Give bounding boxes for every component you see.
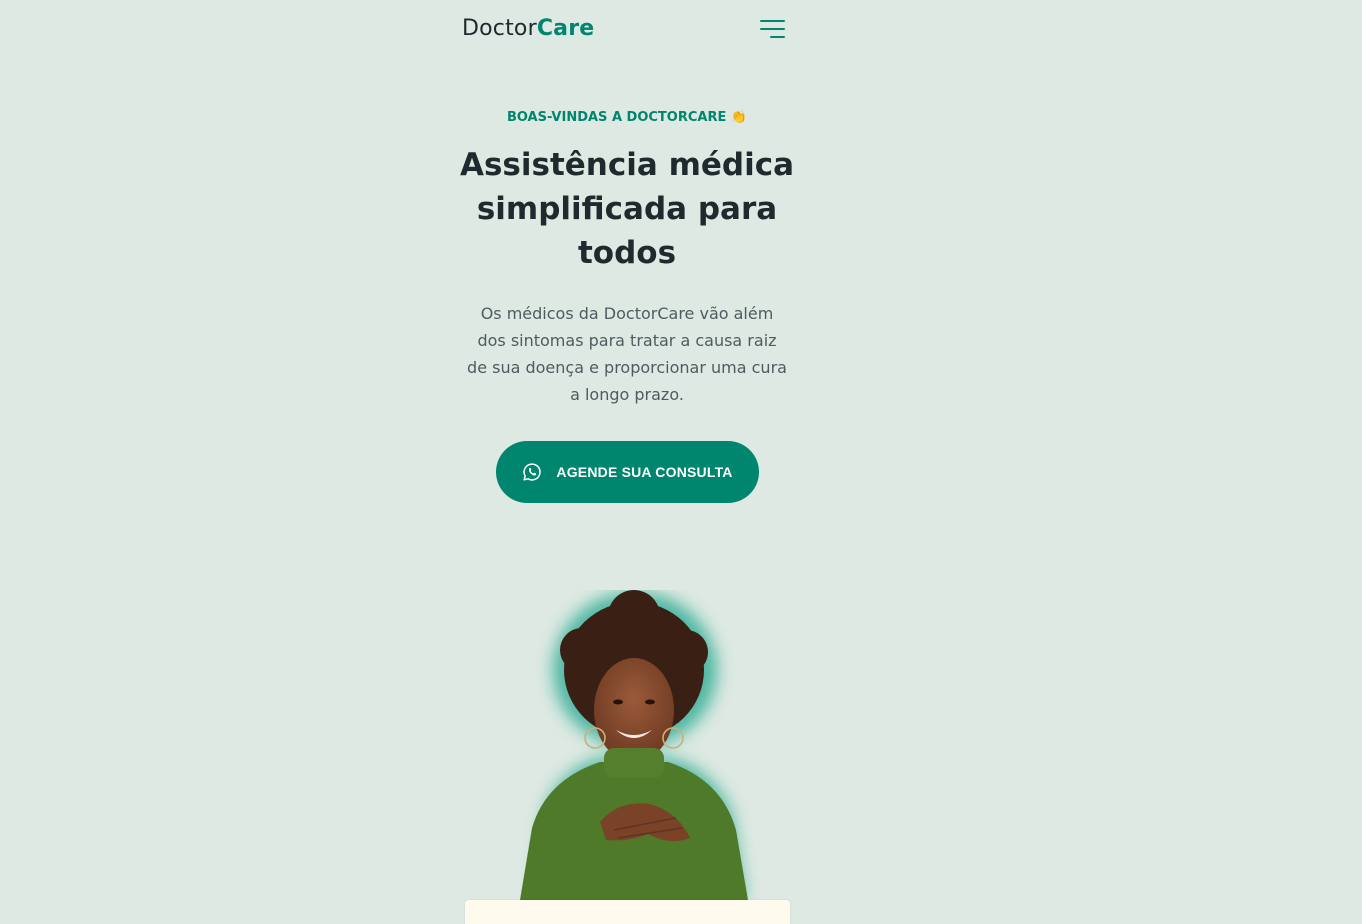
logo-prefix: Doctor xyxy=(462,16,537,41)
logo-accent: Care xyxy=(536,16,595,41)
logo[interactable]: DoctorCare xyxy=(462,16,594,41)
info-card xyxy=(465,900,790,924)
welcome-kicker: BOAS-VINDAS A DOCTORCARE 👏 xyxy=(506,110,748,125)
page: DoctorCare BOAS-VINDAS A DOCTORCARE 👏 As… xyxy=(0,0,1362,924)
hero-doctor-image xyxy=(500,590,760,900)
menu-icon xyxy=(760,20,785,38)
hero-description: Os médicos da DoctorCare vão além dos si… xyxy=(467,304,787,404)
site-header: DoctorCare xyxy=(462,14,786,48)
hero-title: Assistência médica simplificada para tod… xyxy=(459,147,795,271)
whatsapp-icon xyxy=(523,463,542,481)
schedule-appointment-button[interactable]: AGENDE SUA CONSULTA xyxy=(496,441,759,503)
menu-button[interactable] xyxy=(760,19,786,41)
schedule-appointment-label: AGENDE SUA CONSULTA xyxy=(556,464,733,480)
